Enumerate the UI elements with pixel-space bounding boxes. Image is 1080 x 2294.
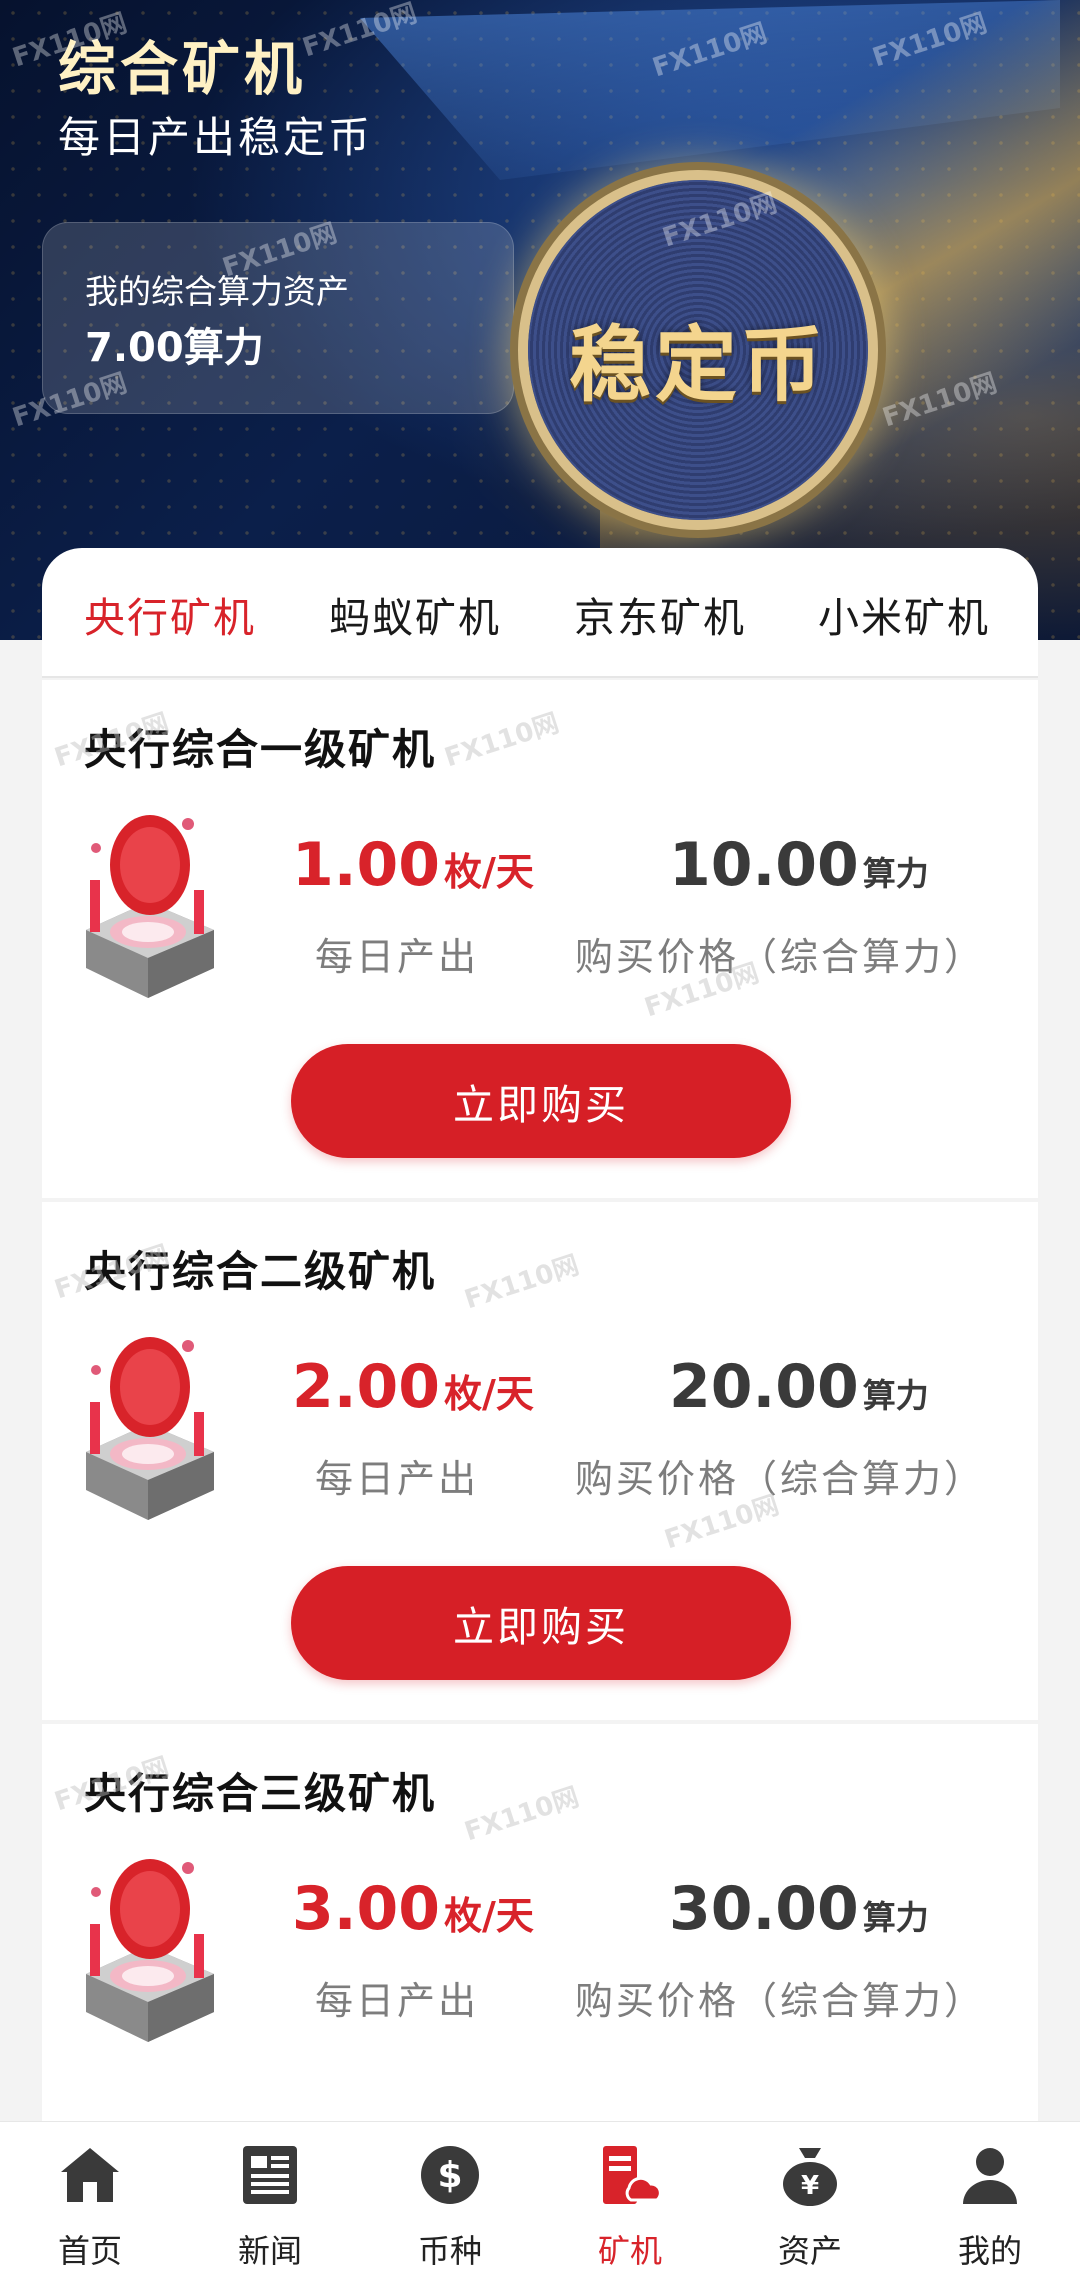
watermark: FX110网 <box>441 708 563 774</box>
home-icon <box>61 2148 119 2202</box>
tab-central-bank-miner[interactable]: 央行矿机 <box>84 584 256 644</box>
tab-ant-miner[interactable]: 蚂蚁矿机 <box>329 584 501 644</box>
nav-label: 首页 <box>57 2232 122 2270</box>
asset-value: 7.00算力 <box>85 325 264 371</box>
nav-label: 币种 <box>417 2232 482 2270</box>
miner-icon <box>603 2146 662 2204</box>
price-value: 30.00 算力 <box>669 1874 929 1944</box>
nav-label: 资产 <box>777 2232 842 2270</box>
tab-xiaomi-miner[interactable]: 小米矿机 <box>818 584 990 644</box>
miner-machine-icon <box>86 815 214 998</box>
nav-home[interactable]: 首页 <box>20 2142 160 2282</box>
asset-card: 我的综合算力资产 7.00算力 <box>42 222 514 414</box>
user-icon <box>963 2148 1017 2204</box>
hero-banner: 综合矿机 每日产出稳定币 我的综合算力资产 7.00算力 稳定币 FX110网 … <box>0 0 1080 640</box>
price-value: 10.00 算力 <box>669 830 929 900</box>
buy-now-button[interactable]: 立即购买 <box>291 1566 791 1680</box>
price-label: 购买价格（综合算力） <box>575 1457 986 1501</box>
nav-label: 我的 <box>957 2232 1022 2270</box>
svg-text:$: $ <box>437 2155 462 2196</box>
nav-label: 矿机 <box>597 2232 662 2270</box>
nav-label: 新闻 <box>237 2232 302 2270</box>
miner-machine-icon <box>86 1337 214 1520</box>
daily-output-label: 每日产出 <box>315 1979 480 2023</box>
svg-text:¥: ¥ <box>801 2171 819 2201</box>
daily-output-value: 3.00 枚/天 <box>292 1874 534 1944</box>
nav-currencies[interactable]: $ 币种 <box>380 2142 520 2282</box>
price-label: 购买价格（综合算力） <box>575 1979 986 2023</box>
miner-card: 央行综合一级矿机 1.00 枚/天 每日产出 10.00 算力 购买价格（综合算力）… <box>42 680 1038 1198</box>
nav-profile[interactable]: 我的 <box>920 2142 1060 2282</box>
daily-output-label: 每日产出 <box>315 1457 480 1501</box>
watermark: FX110网 <box>461 1782 583 1848</box>
nav-news[interactable]: 新闻 <box>200 2142 340 2282</box>
nav-miner[interactable]: 矿机 <box>560 2142 700 2282</box>
miner-title: 央行综合一级矿机 <box>84 725 437 774</box>
coin-text: 稳定币 <box>568 317 827 413</box>
asset-label: 我的综合算力资产 <box>85 272 349 311</box>
tabs-divider <box>42 676 1038 678</box>
daily-output-label: 每日产出 <box>315 935 480 979</box>
nav-assets[interactable]: ¥ 资产 <box>740 2142 880 2282</box>
miner-machine-icon <box>86 1859 214 2042</box>
miner-card: 央行综合二级矿机 2.00 枚/天 每日产出 20.00 算力 购买价格（综合算力）… <box>42 1202 1038 1720</box>
tab-jd-miner[interactable]: 京东矿机 <box>574 584 746 644</box>
buy-now-button[interactable]: 立即购买 <box>291 1044 791 1158</box>
stablecoin-coin-image: 稳定币 <box>528 180 868 520</box>
news-icon <box>243 2146 297 2204</box>
miner-title: 央行综合三级矿机 <box>84 1769 437 1818</box>
price-label: 购买价格（综合算力） <box>575 935 986 979</box>
bottom-navigation: 首页 新闻 $ 币种 矿机 ¥ 资产 我的 <box>0 2121 1080 2294</box>
miner-category-tabs: 央行矿机 蚂蚁矿机 京东矿机 小米矿机 <box>42 548 1038 676</box>
daily-output-value: 2.00 枚/天 <box>292 1352 534 1422</box>
money-bag-icon: ¥ <box>783 2148 837 2206</box>
price-value: 20.00 算力 <box>669 1352 929 1422</box>
watermark: FX110网 <box>461 1250 583 1316</box>
miner-title: 央行综合二级矿机 <box>84 1247 437 1296</box>
daily-output-value: 1.00 枚/天 <box>292 830 534 900</box>
coin-dollar-icon: $ <box>421 2146 479 2204</box>
page-subtitle: 每日产出稳定币 <box>58 113 374 162</box>
page-title: 综合矿机 <box>58 35 307 103</box>
